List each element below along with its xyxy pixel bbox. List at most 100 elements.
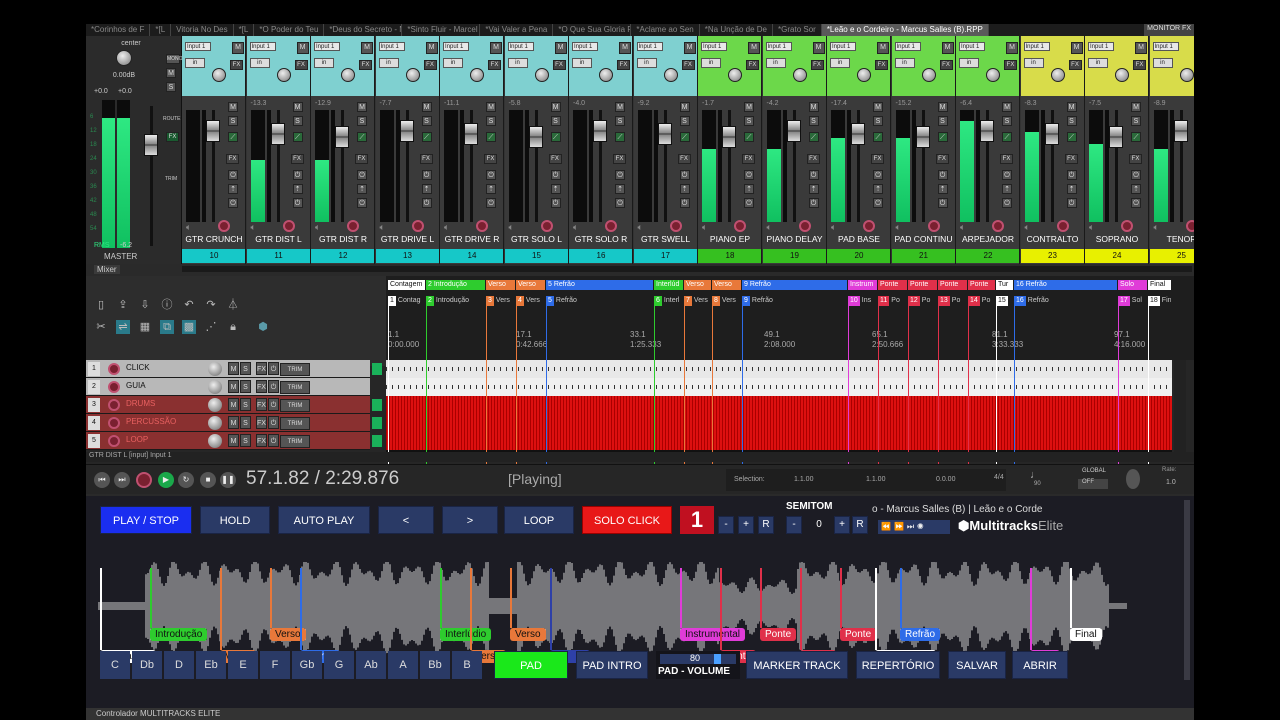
selection-start[interactable]: 1.1.00 bbox=[794, 476, 813, 483]
mute-button[interactable]: M bbox=[812, 42, 825, 54]
track-power-icon[interactable]: ⏻ bbox=[268, 416, 279, 429]
region-label[interactable]: Interlúd bbox=[654, 280, 683, 290]
fx-button[interactable]: FX bbox=[1129, 154, 1142, 164]
input-select[interactable]: Input 1 bbox=[443, 42, 469, 51]
fx-button[interactable]: FX bbox=[742, 154, 755, 164]
key-button[interactable]: E bbox=[228, 651, 258, 679]
pan-knob[interactable] bbox=[599, 68, 613, 82]
solo-button[interactable]: S bbox=[1002, 116, 1012, 126]
record-arm-button[interactable] bbox=[218, 220, 230, 232]
marker[interactable]: 6 Interl bbox=[654, 296, 683, 306]
fx-in-button[interactable]: FX bbox=[681, 60, 695, 70]
volume-fader[interactable] bbox=[1173, 120, 1188, 142]
repertorio-button[interactable]: REPERTÓRIO bbox=[856, 651, 940, 679]
mute-small-button[interactable]: M bbox=[550, 102, 561, 112]
speaker-icon[interactable]: 🔈︎ bbox=[831, 222, 836, 233]
timeline-ruler[interactable]: Contagem 2 Introdução Verso Verso 5 Refrão In… bbox=[386, 276, 1194, 360]
marker-track-button[interactable]: MARKER TRACK bbox=[746, 651, 848, 679]
mute-button[interactable]: M bbox=[232, 42, 244, 54]
input-select[interactable]: Input 1 bbox=[378, 42, 405, 51]
section-label[interactable]: Instrumental bbox=[680, 628, 746, 641]
track-mute-button[interactable]: M bbox=[228, 362, 239, 375]
mute-button[interactable]: M bbox=[1070, 42, 1083, 54]
solo-button[interactable]: S bbox=[292, 116, 303, 126]
marker[interactable]: 7 Vers bbox=[684, 296, 711, 306]
pause-button[interactable]: ❚❚ bbox=[220, 472, 236, 488]
monitor-fx-button[interactable]: MONITOR FX bbox=[1144, 24, 1194, 36]
mixer-scrollbar[interactable] bbox=[182, 266, 1192, 272]
phase-invert-icon[interactable]: ⏻ bbox=[615, 170, 625, 180]
region-label[interactable]: Verso bbox=[516, 280, 545, 290]
project-tab[interactable]: *Deus do Secreto - Mi bbox=[324, 24, 403, 36]
speaker-icon[interactable]: 🔈︎ bbox=[896, 222, 901, 233]
input-select[interactable]: Input 1 bbox=[830, 42, 856, 51]
record-arm-button[interactable] bbox=[282, 220, 295, 232]
input-select[interactable]: Input 1 bbox=[1088, 42, 1114, 51]
track-fx-button[interactable]: FX bbox=[256, 380, 267, 393]
track-record-arm[interactable] bbox=[108, 381, 120, 393]
phase-icon[interactable]: ⟋ bbox=[744, 132, 754, 142]
marker[interactable]: 3 Vers bbox=[486, 296, 515, 306]
solo-button[interactable]: S bbox=[1066, 116, 1077, 126]
tempo-value[interactable]: 90 bbox=[1034, 481, 1041, 487]
pan-knob[interactable] bbox=[792, 68, 807, 82]
env-icon[interactable]: ⏻ bbox=[1002, 198, 1012, 208]
marker[interactable]: 11 Po bbox=[878, 296, 907, 306]
project-tab[interactable]: *O Que Sua Gloria Fe bbox=[553, 24, 632, 36]
phase-icon[interactable]: ⟋ bbox=[486, 132, 496, 142]
input-select[interactable]: Input 1 bbox=[185, 42, 211, 51]
marker[interactable]: 1 Contag bbox=[388, 296, 425, 306]
play-stop-button[interactable]: PLAY / STOP bbox=[100, 506, 192, 534]
play-button[interactable]: ▶ bbox=[158, 472, 174, 488]
track-name[interactable]: CLICK bbox=[126, 363, 150, 372]
speaker-icon[interactable]: 🔈︎ bbox=[315, 222, 320, 233]
speaker-icon[interactable]: 🔈︎ bbox=[186, 222, 191, 233]
hold-button[interactable]: HOLD bbox=[200, 506, 270, 534]
key-button[interactable]: C bbox=[100, 651, 130, 679]
phase-invert-icon[interactable]: ⏻ bbox=[1066, 170, 1077, 180]
region-label[interactable]: 5 Refrão bbox=[546, 280, 653, 290]
section-label[interactable]: Ponte bbox=[840, 628, 877, 641]
fx-in-button[interactable]: FX bbox=[875, 60, 888, 70]
phase-invert-icon[interactable]: ⏻ bbox=[550, 170, 561, 180]
volume-fader[interactable] bbox=[657, 123, 672, 145]
mute-button[interactable]: M bbox=[1006, 42, 1018, 54]
record-arm-button[interactable] bbox=[669, 220, 682, 232]
mute-button[interactable]: M bbox=[1135, 42, 1147, 54]
record-arm-button[interactable] bbox=[863, 220, 875, 232]
track-lanes[interactable] bbox=[386, 360, 1172, 452]
track-lane[interactable] bbox=[386, 396, 1172, 414]
region-label[interactable]: Verso bbox=[684, 280, 711, 290]
solo-button[interactable]: S bbox=[615, 116, 625, 126]
phase-icon[interactable]: ⟋ bbox=[1066, 132, 1077, 142]
record-arm-button[interactable] bbox=[476, 220, 488, 232]
fx-in-button[interactable]: FX bbox=[359, 60, 372, 70]
track-solo-button[interactable]: S bbox=[240, 362, 251, 375]
input-monitor-button[interactable]: in bbox=[701, 58, 721, 68]
track-header[interactable]: 3 DRUMS M S FX ⏻ TRIM bbox=[86, 396, 382, 414]
input-select[interactable]: Input 1 bbox=[701, 42, 727, 51]
phase-icon[interactable]: ⟋ bbox=[292, 132, 303, 142]
fx-in-button[interactable]: FX bbox=[423, 60, 437, 70]
record-arm-button[interactable] bbox=[605, 220, 617, 232]
route-icon[interactable]: ⇡ bbox=[357, 184, 367, 194]
route-icon[interactable]: ⇡ bbox=[744, 184, 754, 194]
phase-icon[interactable]: ⟋ bbox=[615, 132, 625, 142]
go-to-start-button[interactable]: ⏮ bbox=[94, 472, 110, 488]
master-route-button[interactable]: ROUTE bbox=[163, 116, 181, 122]
track-record-arm[interactable] bbox=[108, 417, 120, 429]
pan-knob[interactable] bbox=[986, 68, 1000, 82]
mute-button[interactable]: M bbox=[941, 42, 954, 54]
phase-invert-icon[interactable]: ⏻ bbox=[486, 170, 496, 180]
track-volume-knob[interactable] bbox=[208, 380, 222, 394]
route-icon[interactable]: ⇡ bbox=[421, 184, 432, 194]
env-icon[interactable]: ⏻ bbox=[228, 198, 238, 208]
region-label[interactable]: Verso bbox=[486, 280, 515, 290]
pan-knob[interactable] bbox=[405, 68, 420, 82]
speaker-icon[interactable]: 🔈︎ bbox=[251, 222, 256, 233]
mute-small-button[interactable]: M bbox=[615, 102, 625, 112]
next-button[interactable]: > bbox=[442, 506, 498, 534]
volume-fader[interactable] bbox=[593, 120, 607, 142]
track-power-icon[interactable]: ⏻ bbox=[268, 362, 279, 375]
pan-knob[interactable] bbox=[728, 68, 742, 82]
